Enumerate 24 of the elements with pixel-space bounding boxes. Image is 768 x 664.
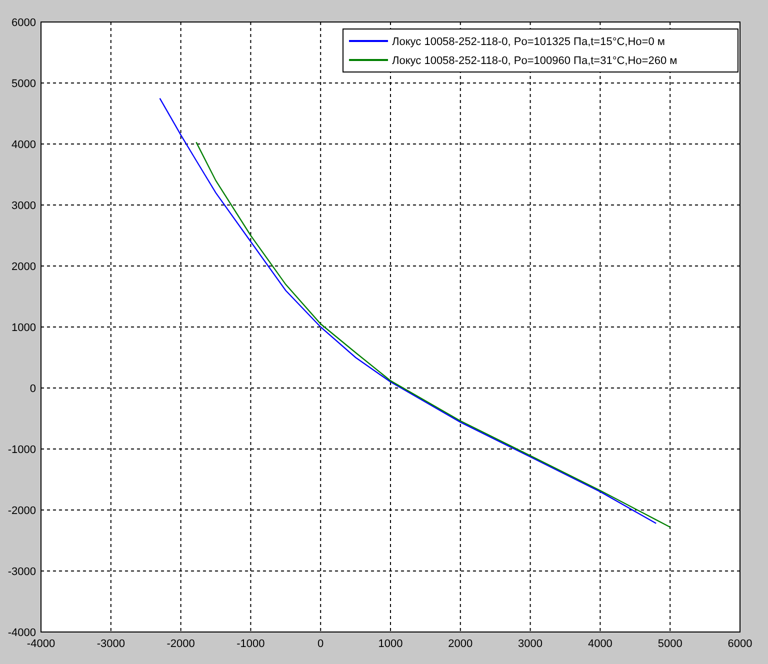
tick-label: 4000 [588, 638, 612, 650]
legend-text: Локус 10058-252-118-0, Po=101325 Па,t=15°C,Ho=0 м [392, 36, 665, 48]
tick-label: 3000 [12, 200, 36, 212]
tick-label: 6000 [728, 638, 752, 650]
legend-text: Локус 10058-252-118-0, Po=100960 Па,t=31°C,Ho=260 м [392, 55, 678, 67]
tick-label: 0 [318, 638, 324, 650]
tick-label: -1000 [236, 638, 265, 650]
tick-label: -4000 [8, 627, 36, 639]
tick-label: 2000 [448, 638, 473, 650]
tick-label: 4000 [12, 139, 36, 151]
tick-label: -3000 [8, 566, 36, 578]
tick-label: -4000 [26, 638, 56, 650]
tick-label: 6000 [12, 17, 36, 29]
tick-label: -2000 [166, 638, 195, 650]
tick-label: 3000 [518, 638, 543, 650]
tick-label: -1000 [8, 444, 36, 456]
tick-label: 2000 [12, 261, 36, 273]
tick-label: -3000 [96, 638, 125, 650]
tick-label: 1000 [378, 638, 403, 650]
tick-label: 5000 [658, 638, 682, 650]
tick-label: 5000 [12, 78, 36, 90]
tick-label: 1000 [12, 322, 36, 334]
tick-label: 0 [30, 383, 36, 395]
tick-label: -2000 [8, 505, 36, 517]
